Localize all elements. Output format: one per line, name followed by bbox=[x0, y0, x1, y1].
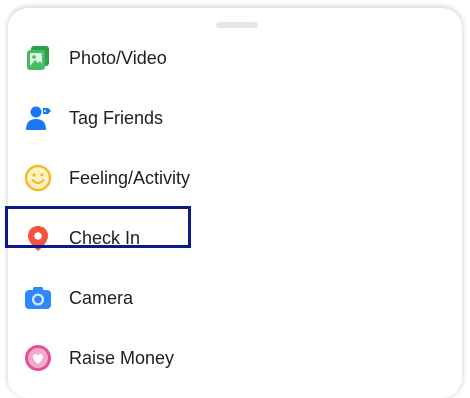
highlight-box bbox=[5, 206, 191, 248]
menu-item-photo-video[interactable]: Photo/Video bbox=[8, 33, 462, 83]
bottom-sheet: Photo/Video Tag Friends Feeling/Activity bbox=[8, 8, 462, 398]
menu-item-label: Feeling/Activity bbox=[69, 168, 191, 188]
menu-item-camera[interactable]: Camera bbox=[8, 273, 462, 323]
menu-item-tag-friends[interactable]: Tag Friends bbox=[8, 93, 462, 143]
menu-item-label: Tag Friends bbox=[69, 108, 164, 128]
tag-friends-icon bbox=[24, 104, 52, 132]
menu-item-raise-money[interactable]: Raise Money bbox=[8, 333, 462, 383]
raise-money-icon bbox=[24, 344, 52, 372]
menu-item-feeling-activity[interactable]: Feeling/Activity bbox=[8, 153, 462, 203]
feeling-activity-icon bbox=[24, 164, 52, 192]
menu-item-label: Camera bbox=[69, 288, 134, 308]
photo-video-icon bbox=[24, 44, 52, 72]
menu-item-label: Raise Money bbox=[69, 348, 175, 368]
camera-icon bbox=[24, 284, 52, 312]
drag-handle[interactable] bbox=[216, 22, 258, 28]
menu-item-label: Photo/Video bbox=[69, 48, 167, 68]
